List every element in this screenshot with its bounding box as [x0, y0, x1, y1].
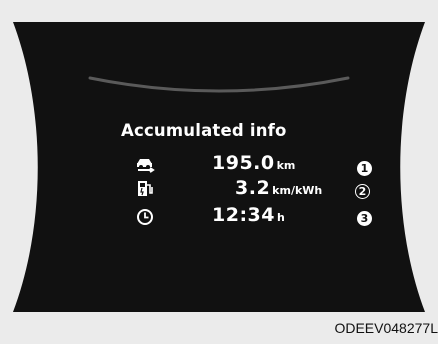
figure-code: ODEEV048277L [334, 320, 438, 336]
clock-icon [137, 209, 153, 225]
distance-icon [137, 159, 155, 173]
fuel-pump-electric-icon [138, 181, 153, 196]
callout-2: 2 [355, 184, 370, 199]
efficiency-value: 3.2 km/kWh [235, 177, 322, 199]
drive-time-number: 12:34 [212, 204, 275, 226]
efficiency-unit: km/kWh [272, 184, 323, 197]
efficiency-number: 3.2 [235, 177, 271, 199]
callout-3: 3 [357, 211, 372, 226]
screen-title: Accumulated info [121, 121, 287, 140]
distance-unit: km [276, 159, 296, 172]
drive-time-unit: h [276, 211, 285, 224]
figure: Accumulated info 195.0km 1 3.2km/kWh 2 [0, 0, 438, 344]
drive-time-value: 12:34 h [212, 204, 285, 226]
callout-1: 1 [357, 161, 372, 176]
accumulated-info-panel: Accumulated info 195.0km 1 3.2km/kWh 2 [0, 0, 438, 344]
distance-number: 195.0 [212, 152, 275, 174]
distance-value: 195.0 km [212, 152, 295, 174]
